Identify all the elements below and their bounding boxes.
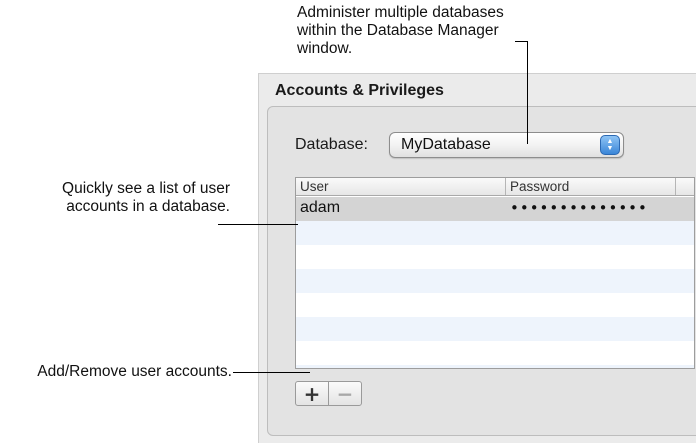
callout-user-list: Quickly see a list of user accounts in a… [40, 180, 230, 216]
column-header-spacer [676, 178, 694, 195]
panel-title: Accounts & Privileges [275, 82, 444, 99]
callout-add-remove: Add/Remove user accounts. [37, 363, 232, 380]
table-row-empty[interactable] [296, 245, 694, 269]
user-accounts-table[interactable]: User Password adam •••••••••••••• [295, 177, 695, 369]
database-label: Database: [295, 136, 368, 153]
table-row-empty[interactable] [296, 269, 694, 293]
table-rows: adam •••••••••••••• [296, 197, 694, 368]
updown-arrows-icon: ▲ ▼ [600, 135, 620, 155]
cell-password: •••••••••••••• [510, 199, 648, 217]
callout-line: within the Database Manager [297, 22, 499, 39]
callout-line: Quickly see a list of user [62, 180, 230, 197]
table-row-empty[interactable] [296, 293, 694, 317]
column-header-user[interactable]: User [296, 178, 506, 195]
callout-line: Administer multiple databases [297, 4, 504, 21]
leader-line-top-vertical [527, 41, 528, 144]
table-row-empty[interactable] [296, 365, 694, 368]
table-row[interactable]: adam •••••••••••••• [296, 197, 694, 221]
add-user-button[interactable]: + [295, 381, 329, 406]
table-row-empty[interactable] [296, 317, 694, 341]
table-row-empty[interactable] [296, 341, 694, 365]
table-header: User Password [296, 178, 694, 196]
database-popup[interactable]: MyDatabase ▲ ▼ [389, 132, 624, 158]
column-header-password[interactable]: Password [506, 178, 676, 195]
leader-line-add-remove [233, 372, 310, 373]
callout-database-manager: Administer multiple databases within the… [297, 4, 577, 58]
table-row-empty[interactable] [296, 221, 694, 245]
leader-line-user-list [218, 224, 298, 225]
callout-line: accounts in a database. [66, 198, 230, 215]
accounts-panel: Accounts & Privileges Database: MyDataba… [258, 73, 696, 443]
remove-user-button[interactable]: − [328, 381, 362, 406]
cell-user: adam [300, 199, 341, 216]
leader-line-top-horizontal [515, 41, 527, 42]
database-popup-value: MyDatabase [401, 136, 491, 153]
callout-line: window. [297, 40, 353, 57]
